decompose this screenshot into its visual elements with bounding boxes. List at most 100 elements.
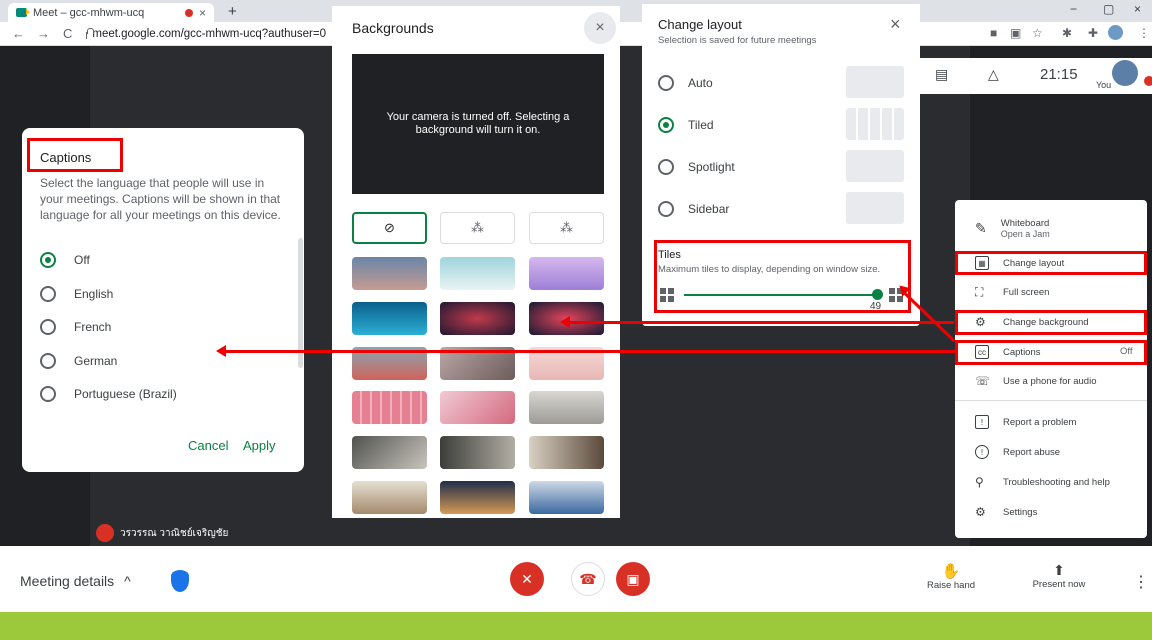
menu-whiteboard[interactable]: ✎ Whiteboard Open a Jam xyxy=(975,218,1050,239)
radio-icon[interactable] xyxy=(40,319,56,335)
menu-change-background[interactable]: ⚙ Change background xyxy=(975,315,1089,329)
background-thumb[interactable] xyxy=(352,391,427,424)
tab-close-button[interactable]: × xyxy=(199,6,206,20)
reload-button[interactable]: C xyxy=(63,26,72,41)
raise-hand-button[interactable]: ✋ Raise hand xyxy=(925,562,977,591)
layout-option-sidebar[interactable]: Sidebar xyxy=(658,201,729,217)
captions-apply-button[interactable]: Apply xyxy=(243,438,276,453)
participant-name: วรวรรณ วาณิชย์เจริญชัย xyxy=(120,527,229,539)
mic-toggle-button[interactable]: ✕ xyxy=(510,562,544,596)
blur-button[interactable]: ⁂ xyxy=(529,212,604,244)
present-now-button[interactable]: ⬆ Present now xyxy=(1027,562,1091,590)
maximize-button[interactable]: ▢ xyxy=(1103,2,1114,16)
back-button[interactable]: ← xyxy=(12,26,25,41)
radio-icon[interactable] xyxy=(658,201,674,217)
radio-icon[interactable] xyxy=(40,353,56,369)
background-icon: ⚙ xyxy=(975,315,986,329)
background-thumb[interactable] xyxy=(529,257,604,290)
radio-selected-icon[interactable] xyxy=(658,117,674,133)
backgrounds-title: Backgrounds xyxy=(352,20,434,36)
layout-icon: ▦ xyxy=(975,256,989,270)
window-close-button[interactable]: × xyxy=(1134,2,1141,16)
menu-label: Report abuse xyxy=(1003,446,1061,458)
caption-option-off[interactable]: Off xyxy=(40,252,90,268)
mic-muted-badge-icon xyxy=(1144,76,1152,86)
radio-icon[interactable] xyxy=(40,386,56,402)
no-background-button[interactable]: ⊘ xyxy=(352,212,427,244)
end-call-button[interactable]: ☎ xyxy=(571,562,605,596)
tiles-slider[interactable] xyxy=(684,294,878,296)
translate-icon[interactable]: ▣ xyxy=(1010,26,1021,40)
camera-indicator-icon[interactable]: ■ xyxy=(990,26,997,40)
address-bar[interactable]: meet.google.com/gcc-mhwm-ucq?authuser=0 xyxy=(86,25,326,43)
background-thumb[interactable] xyxy=(440,257,515,290)
layout-subtitle: Selection is saved for future meetings xyxy=(658,35,817,46)
radio-icon[interactable] xyxy=(40,286,56,302)
radio-icon[interactable] xyxy=(658,75,674,91)
puzzle-icon[interactable]: ✚ xyxy=(1088,26,1098,40)
layout-option-tiled[interactable]: Tiled xyxy=(658,117,714,133)
backgrounds-close-button[interactable]: × xyxy=(584,12,616,44)
menu-troubleshooting[interactable]: ⚲ Troubleshooting and help xyxy=(975,475,1110,489)
chrome-menu-icon[interactable]: ⋮ xyxy=(1138,26,1150,40)
menu-phone-audio[interactable]: ☏ Use a phone for audio xyxy=(975,374,1096,388)
caption-option-french[interactable]: French xyxy=(40,319,111,335)
tiles-slider-handle[interactable] xyxy=(872,289,883,300)
taskbar-strip xyxy=(0,612,1152,640)
captions-scrollbar[interactable] xyxy=(298,238,303,368)
chevron-up-icon: ^ xyxy=(124,573,131,589)
arrowhead-icon xyxy=(560,316,570,328)
browser-tab[interactable]: Meet – gcc-mhwm-ucq × xyxy=(8,3,214,22)
chat-icon[interactable]: ▤ xyxy=(935,66,948,83)
new-tab-button[interactable]: + xyxy=(228,3,237,20)
caption-option-english[interactable]: English xyxy=(40,286,113,302)
menu-full-screen[interactable]: ⛶ Full screen xyxy=(975,285,1049,300)
sidebar-layout-icon xyxy=(846,192,904,224)
background-thumb[interactable] xyxy=(352,481,427,514)
background-thumb[interactable] xyxy=(440,391,515,424)
layout-option-spotlight[interactable]: Spotlight xyxy=(658,159,735,175)
background-thumb[interactable] xyxy=(352,257,427,290)
menu-report-problem[interactable]: ! Report a problem xyxy=(975,415,1076,429)
radio-selected-icon[interactable] xyxy=(40,252,56,268)
caption-option-portuguese[interactable]: Portuguese (Brazil) xyxy=(40,386,177,402)
layout-option-auto[interactable]: Auto xyxy=(658,75,713,91)
menu-captions[interactable]: cc Captions xyxy=(975,345,1041,359)
profile-avatar[interactable] xyxy=(1108,25,1123,40)
menu-report-abuse[interactable]: ! Report abuse xyxy=(975,445,1060,459)
tiles-title: Tiles xyxy=(658,249,681,261)
meeting-details-button[interactable]: Meeting details ^ xyxy=(20,573,131,589)
participant-name-tag: วรวรรณ วาณิชย์เจริญชัย xyxy=(96,524,228,542)
url-text: meet.google.com/gcc-mhwm-ucq?authuser=0 xyxy=(92,28,326,40)
menu-settings[interactable]: ⚙ Settings xyxy=(975,505,1037,519)
more-options-button[interactable]: ⋮ xyxy=(1133,572,1149,592)
menu-label: Change background xyxy=(1003,316,1089,328)
layout-close-button[interactable]: × xyxy=(890,14,901,35)
background-thumb[interactable] xyxy=(529,391,604,424)
minimize-button[interactable]: − xyxy=(1070,2,1077,16)
background-thumb[interactable] xyxy=(352,436,427,469)
self-avatar[interactable] xyxy=(1112,60,1138,86)
background-thumb[interactable] xyxy=(440,436,515,469)
captions-description: Select the language that people will use… xyxy=(40,176,281,222)
background-thumb[interactable] xyxy=(440,302,515,335)
menu-change-layout[interactable]: ▦ Change layout xyxy=(975,256,1064,270)
meeting-details-label: Meeting details xyxy=(20,573,115,589)
caption-option-german[interactable]: German xyxy=(40,353,117,369)
menu-label: Settings xyxy=(1003,506,1038,518)
background-thumb[interactable] xyxy=(529,481,604,514)
captions-cancel-button[interactable]: Cancel xyxy=(188,438,228,453)
background-thumb[interactable] xyxy=(352,302,427,335)
layout-title: Change layout xyxy=(658,17,742,32)
slight-blur-button[interactable]: ⁂ xyxy=(440,212,515,244)
activities-icon[interactable]: △ xyxy=(988,66,999,83)
annotation-arrow-background xyxy=(567,321,954,324)
bookmark-star-icon[interactable]: ☆ xyxy=(1032,26,1043,40)
extension-icon[interactable]: ✱ xyxy=(1062,26,1072,40)
background-thumb[interactable] xyxy=(440,481,515,514)
background-thumb[interactable] xyxy=(529,436,604,469)
report-icon: ! xyxy=(975,445,989,459)
radio-icon[interactable] xyxy=(658,159,674,175)
camera-toggle-button[interactable]: ▣ xyxy=(616,562,650,596)
forward-button[interactable]: → xyxy=(37,26,50,41)
